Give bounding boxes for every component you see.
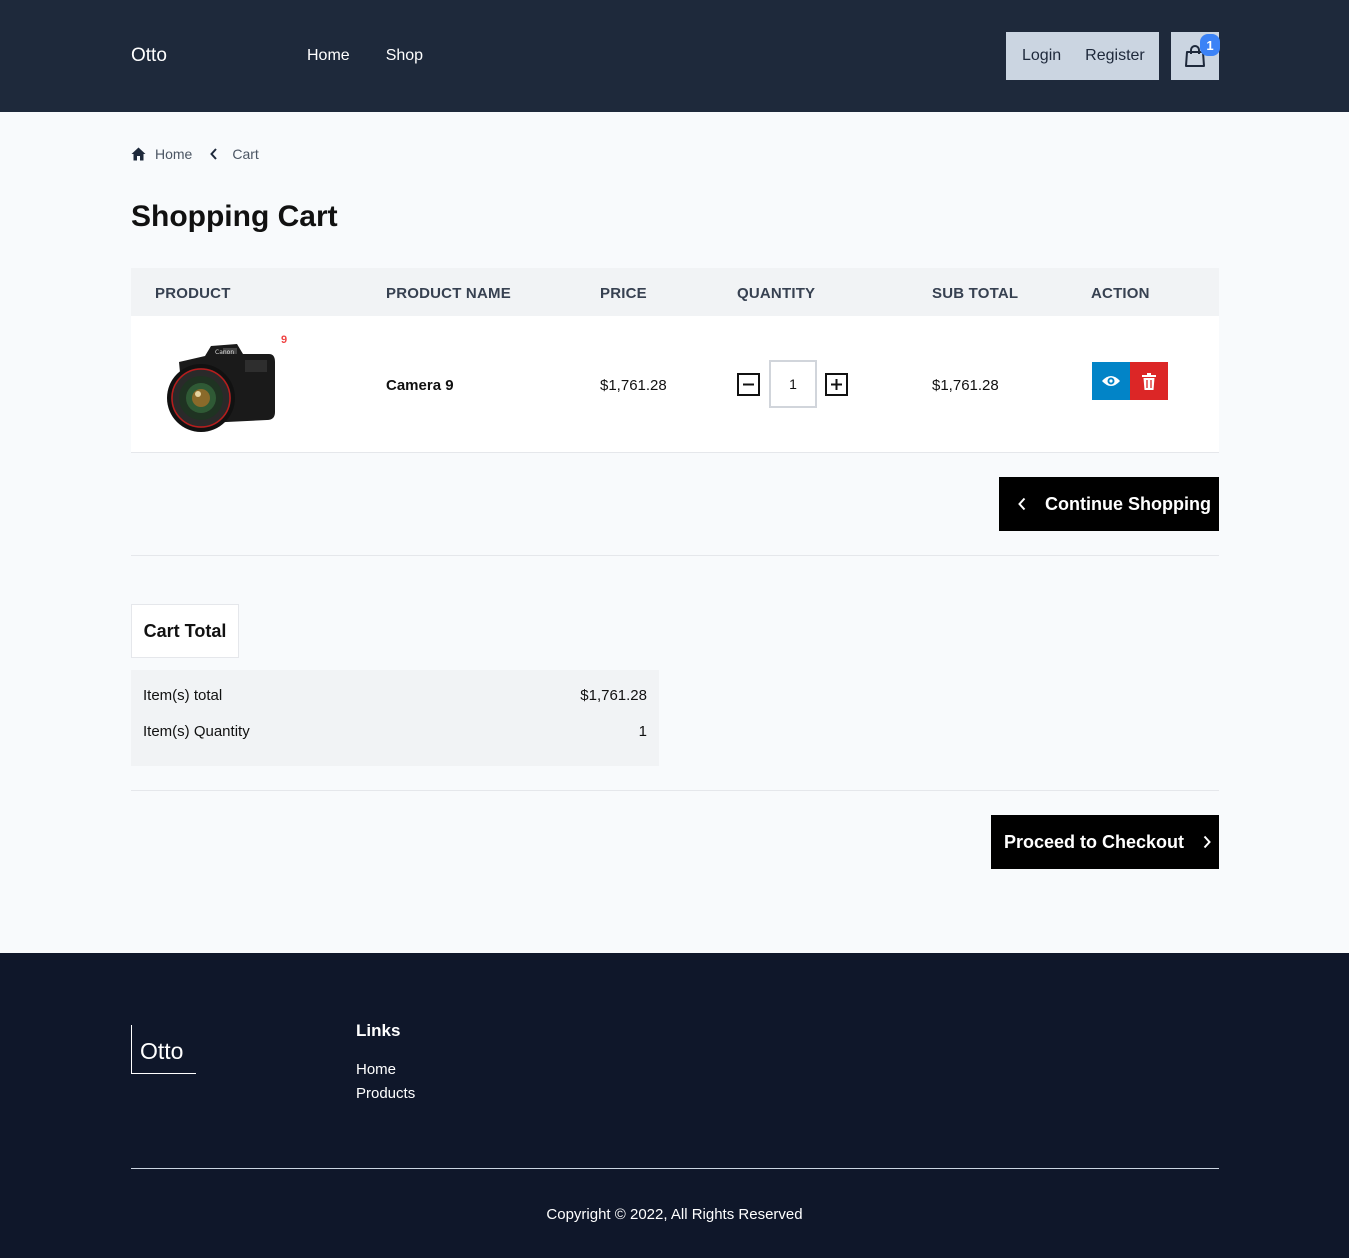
footer-divider bbox=[131, 1168, 1219, 1169]
cart-summary: Item(s) total $1,761.28 Item(s) Quantity… bbox=[131, 670, 659, 766]
brand-logo[interactable]: Otto bbox=[131, 45, 167, 67]
main-nav: Home Shop bbox=[307, 47, 423, 65]
proceed-to-checkout-button[interactable]: Proceed to Checkout bbox=[991, 815, 1219, 869]
cart-table-header: PRODUCT PRODUCT NAME PRICE QUANTITY SUB … bbox=[131, 268, 1219, 316]
continue-shopping-label: Continue Shopping bbox=[1045, 493, 1211, 514]
site-footer: Otto Links Home Products Copyright © 202… bbox=[0, 953, 1349, 1258]
column-header-action: ACTION bbox=[1091, 285, 1150, 302]
column-header-quantity: QUANTITY bbox=[737, 285, 816, 302]
product-image[interactable]: Canon bbox=[165, 332, 279, 436]
product-price: $1,761.28 bbox=[600, 377, 667, 394]
chevron-right-icon bbox=[1202, 835, 1212, 849]
column-header-product: PRODUCT bbox=[155, 285, 231, 302]
continue-shopping-button[interactable]: Continue Shopping bbox=[999, 477, 1219, 531]
register-link[interactable]: Register bbox=[1085, 47, 1145, 65]
column-header-subtotal: SUB TOTAL bbox=[932, 285, 1019, 302]
footer-links-title: Links bbox=[356, 1021, 401, 1040]
breadcrumb-home-link[interactable]: Home bbox=[155, 146, 192, 162]
copyright-text: Copyright © 2022, All Rights Reserved bbox=[546, 1206, 803, 1223]
footer-link-products[interactable]: Products bbox=[356, 1085, 415, 1102]
auth-box: Login Register bbox=[1006, 32, 1159, 80]
table-row: Canon 9 Camera 9 $1,761.28 1 $1,761.28 bbox=[131, 316, 1219, 453]
trash-icon bbox=[1142, 372, 1156, 390]
delete-product-button[interactable] bbox=[1130, 362, 1168, 400]
svg-text:Canon: Canon bbox=[215, 349, 234, 356]
eye-icon bbox=[1102, 376, 1120, 386]
nav-shop-link[interactable]: Shop bbox=[386, 47, 423, 65]
cart-total-title: Cart Total bbox=[131, 604, 239, 658]
home-icon bbox=[131, 147, 146, 161]
items-total-label: Item(s) total bbox=[143, 687, 223, 704]
breadcrumb-current: Cart bbox=[232, 146, 259, 162]
cart-count-badge: 1 bbox=[1200, 34, 1220, 56]
items-total-row: Item(s) total $1,761.28 bbox=[143, 687, 647, 704]
divider bbox=[131, 790, 1219, 791]
breadcrumb: Home Cart bbox=[131, 146, 259, 162]
chevron-left-icon bbox=[1018, 497, 1026, 511]
footer-brand-logo[interactable]: Otto bbox=[131, 1025, 196, 1074]
cart-button[interactable]: 1 bbox=[1171, 32, 1220, 80]
login-link[interactable]: Login bbox=[1022, 47, 1061, 65]
items-quantity-row: Item(s) Quantity 1 bbox=[143, 723, 647, 740]
minus-icon bbox=[743, 383, 754, 386]
quantity-input[interactable]: 1 bbox=[769, 360, 817, 408]
column-header-price: PRICE bbox=[600, 285, 647, 302]
nav-home-link[interactable]: Home bbox=[307, 47, 350, 65]
quantity-decrease-button[interactable] bbox=[737, 373, 760, 396]
items-quantity-value: 1 bbox=[638, 723, 647, 740]
page-title: Shopping Cart bbox=[131, 200, 338, 233]
product-name[interactable]: Camera 9 bbox=[386, 377, 454, 394]
checkout-label: Proceed to Checkout bbox=[1004, 831, 1185, 852]
product-subtotal: $1,761.28 bbox=[932, 377, 999, 394]
product-image-badge: 9 bbox=[281, 334, 288, 346]
quantity-increase-button[interactable] bbox=[825, 373, 848, 396]
plus-icon bbox=[831, 379, 842, 390]
column-header-product-name: PRODUCT NAME bbox=[386, 285, 511, 302]
items-total-value: $1,761.28 bbox=[580, 687, 647, 704]
chevron-left-icon bbox=[210, 148, 218, 160]
site-header: Otto Home Shop Login Register 1 bbox=[0, 0, 1349, 112]
divider bbox=[131, 555, 1219, 556]
footer-link-home[interactable]: Home bbox=[356, 1061, 396, 1078]
items-quantity-label: Item(s) Quantity bbox=[143, 723, 250, 740]
view-product-button[interactable] bbox=[1092, 362, 1130, 400]
